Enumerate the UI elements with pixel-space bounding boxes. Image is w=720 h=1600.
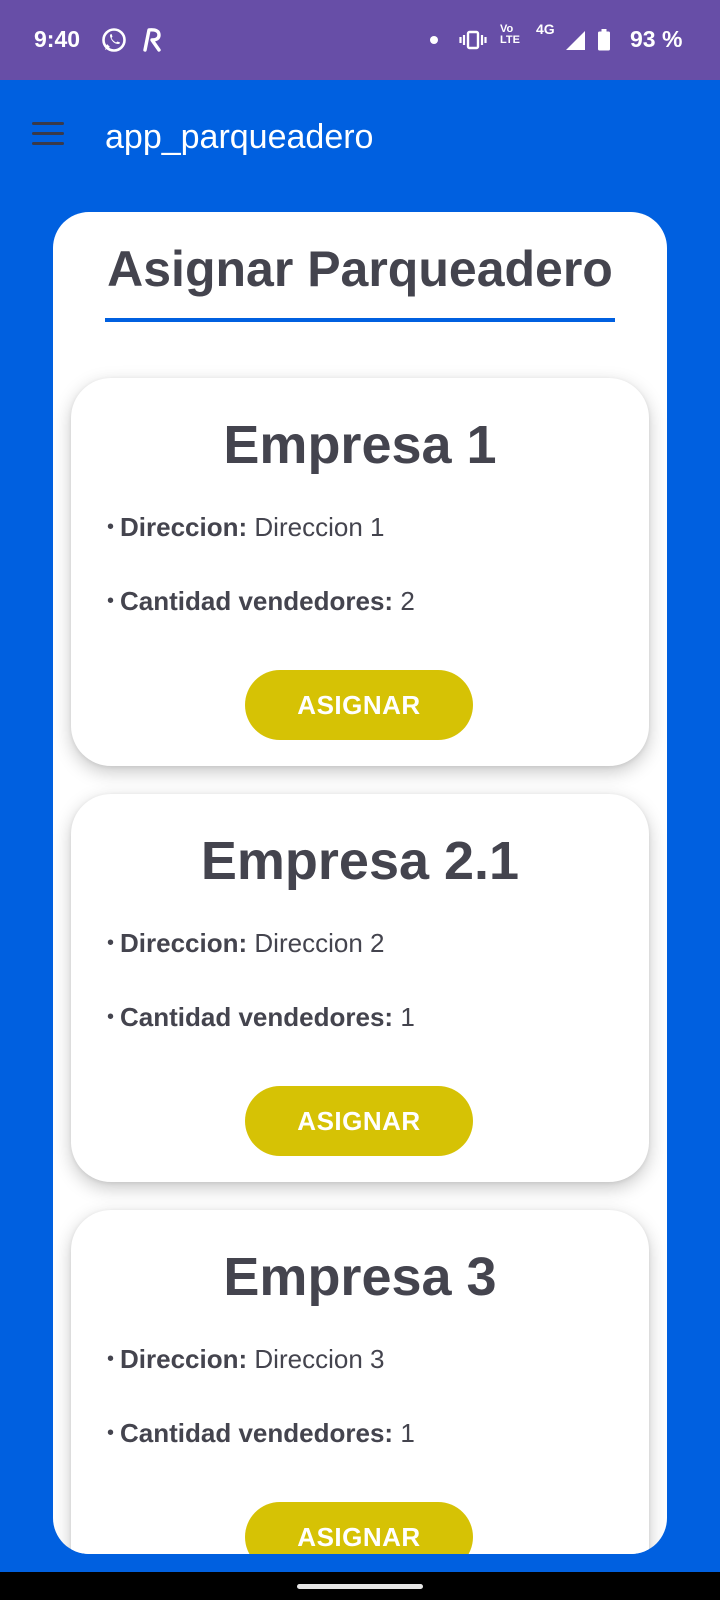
bullet: • bbox=[107, 516, 115, 538]
assign-button[interactable]: ASIGNAR bbox=[245, 1502, 473, 1554]
app-bar: app_parqueadero bbox=[0, 80, 720, 196]
hamburger-menu-icon[interactable] bbox=[30, 120, 66, 148]
sellers-value: 2 bbox=[400, 586, 415, 616]
network-type-label: 4G bbox=[536, 21, 555, 37]
4g-signal-icon bbox=[562, 25, 588, 55]
status-time: 9:40 bbox=[34, 26, 81, 52]
company-name: Empresa 3 bbox=[223, 1247, 497, 1307]
sellers-label: Cantidad vendedores: bbox=[120, 586, 394, 616]
address-label: Direccion: bbox=[120, 928, 248, 958]
assign-button[interactable]: ASIGNAR bbox=[245, 670, 473, 740]
status-bar: 9:40 Vo LTE 4G 93 % bbox=[0, 0, 720, 80]
address-label: Direccion: bbox=[120, 1344, 248, 1374]
address-label: Direccion: bbox=[120, 512, 248, 542]
battery-icon bbox=[596, 25, 612, 55]
company-sellers-line: • Cantidad vendedores: 1 bbox=[107, 1002, 415, 1033]
company-name: Empresa 2.1 bbox=[200, 831, 520, 891]
company-address-line: • Direccion: Direccion 1 bbox=[107, 512, 384, 543]
company-card: Empresa 1 • Direccion: Direccion 1 • Canti… bbox=[71, 378, 649, 766]
volte-icon: Vo LTE bbox=[500, 24, 520, 46]
home-gesture-handle[interactable] bbox=[297, 1584, 423, 1589]
system-nav-bar bbox=[0, 1572, 720, 1600]
bullet: • bbox=[107, 1006, 115, 1028]
volte-bottom-label: LTE bbox=[500, 34, 520, 46]
assign-parking-panel: Asignar Parqueadero Empresa 1 • Direccion… bbox=[53, 212, 667, 1554]
battery-percent: 93 % bbox=[630, 26, 683, 52]
sellers-value: 1 bbox=[400, 1002, 415, 1032]
app-title: app_parqueadero bbox=[105, 118, 374, 156]
sellers-label: Cantidad vendedores: bbox=[120, 1418, 394, 1448]
bullet: • bbox=[107, 590, 115, 612]
company-address-line: • Direccion: Direccion 2 bbox=[107, 928, 384, 959]
address-value: Direccion 2 bbox=[254, 928, 385, 958]
page-title: Asignar Parqueadero bbox=[107, 241, 613, 297]
company-card: Empresa 3 • Direccion: Direccion 3 • Canti… bbox=[71, 1210, 649, 1554]
company-name: Empresa 1 bbox=[223, 415, 497, 475]
r-app-icon bbox=[140, 25, 164, 55]
sellers-label: Cantidad vendedores: bbox=[120, 1002, 394, 1032]
bullet: • bbox=[107, 1422, 115, 1444]
vibrate-icon bbox=[458, 25, 488, 55]
company-sellers-line: • Cantidad vendedores: 1 bbox=[107, 1418, 415, 1449]
address-value: Direccion 3 bbox=[254, 1344, 385, 1374]
assign-button[interactable]: ASIGNAR bbox=[245, 1086, 473, 1156]
whatsapp-icon bbox=[100, 25, 128, 55]
sellers-value: 1 bbox=[400, 1418, 415, 1448]
bullet: • bbox=[107, 1348, 115, 1370]
company-card: Empresa 2.1 • Direccion: Direccion 2 • Can… bbox=[71, 794, 649, 1182]
company-sellers-line: • Cantidad vendedores: 2 bbox=[107, 586, 415, 617]
notification-dot-icon bbox=[428, 25, 440, 55]
address-value: Direccion 1 bbox=[254, 512, 385, 542]
company-address-line: • Direccion: Direccion 3 bbox=[107, 1344, 384, 1375]
bullet: • bbox=[107, 932, 115, 954]
title-underline bbox=[105, 318, 615, 322]
